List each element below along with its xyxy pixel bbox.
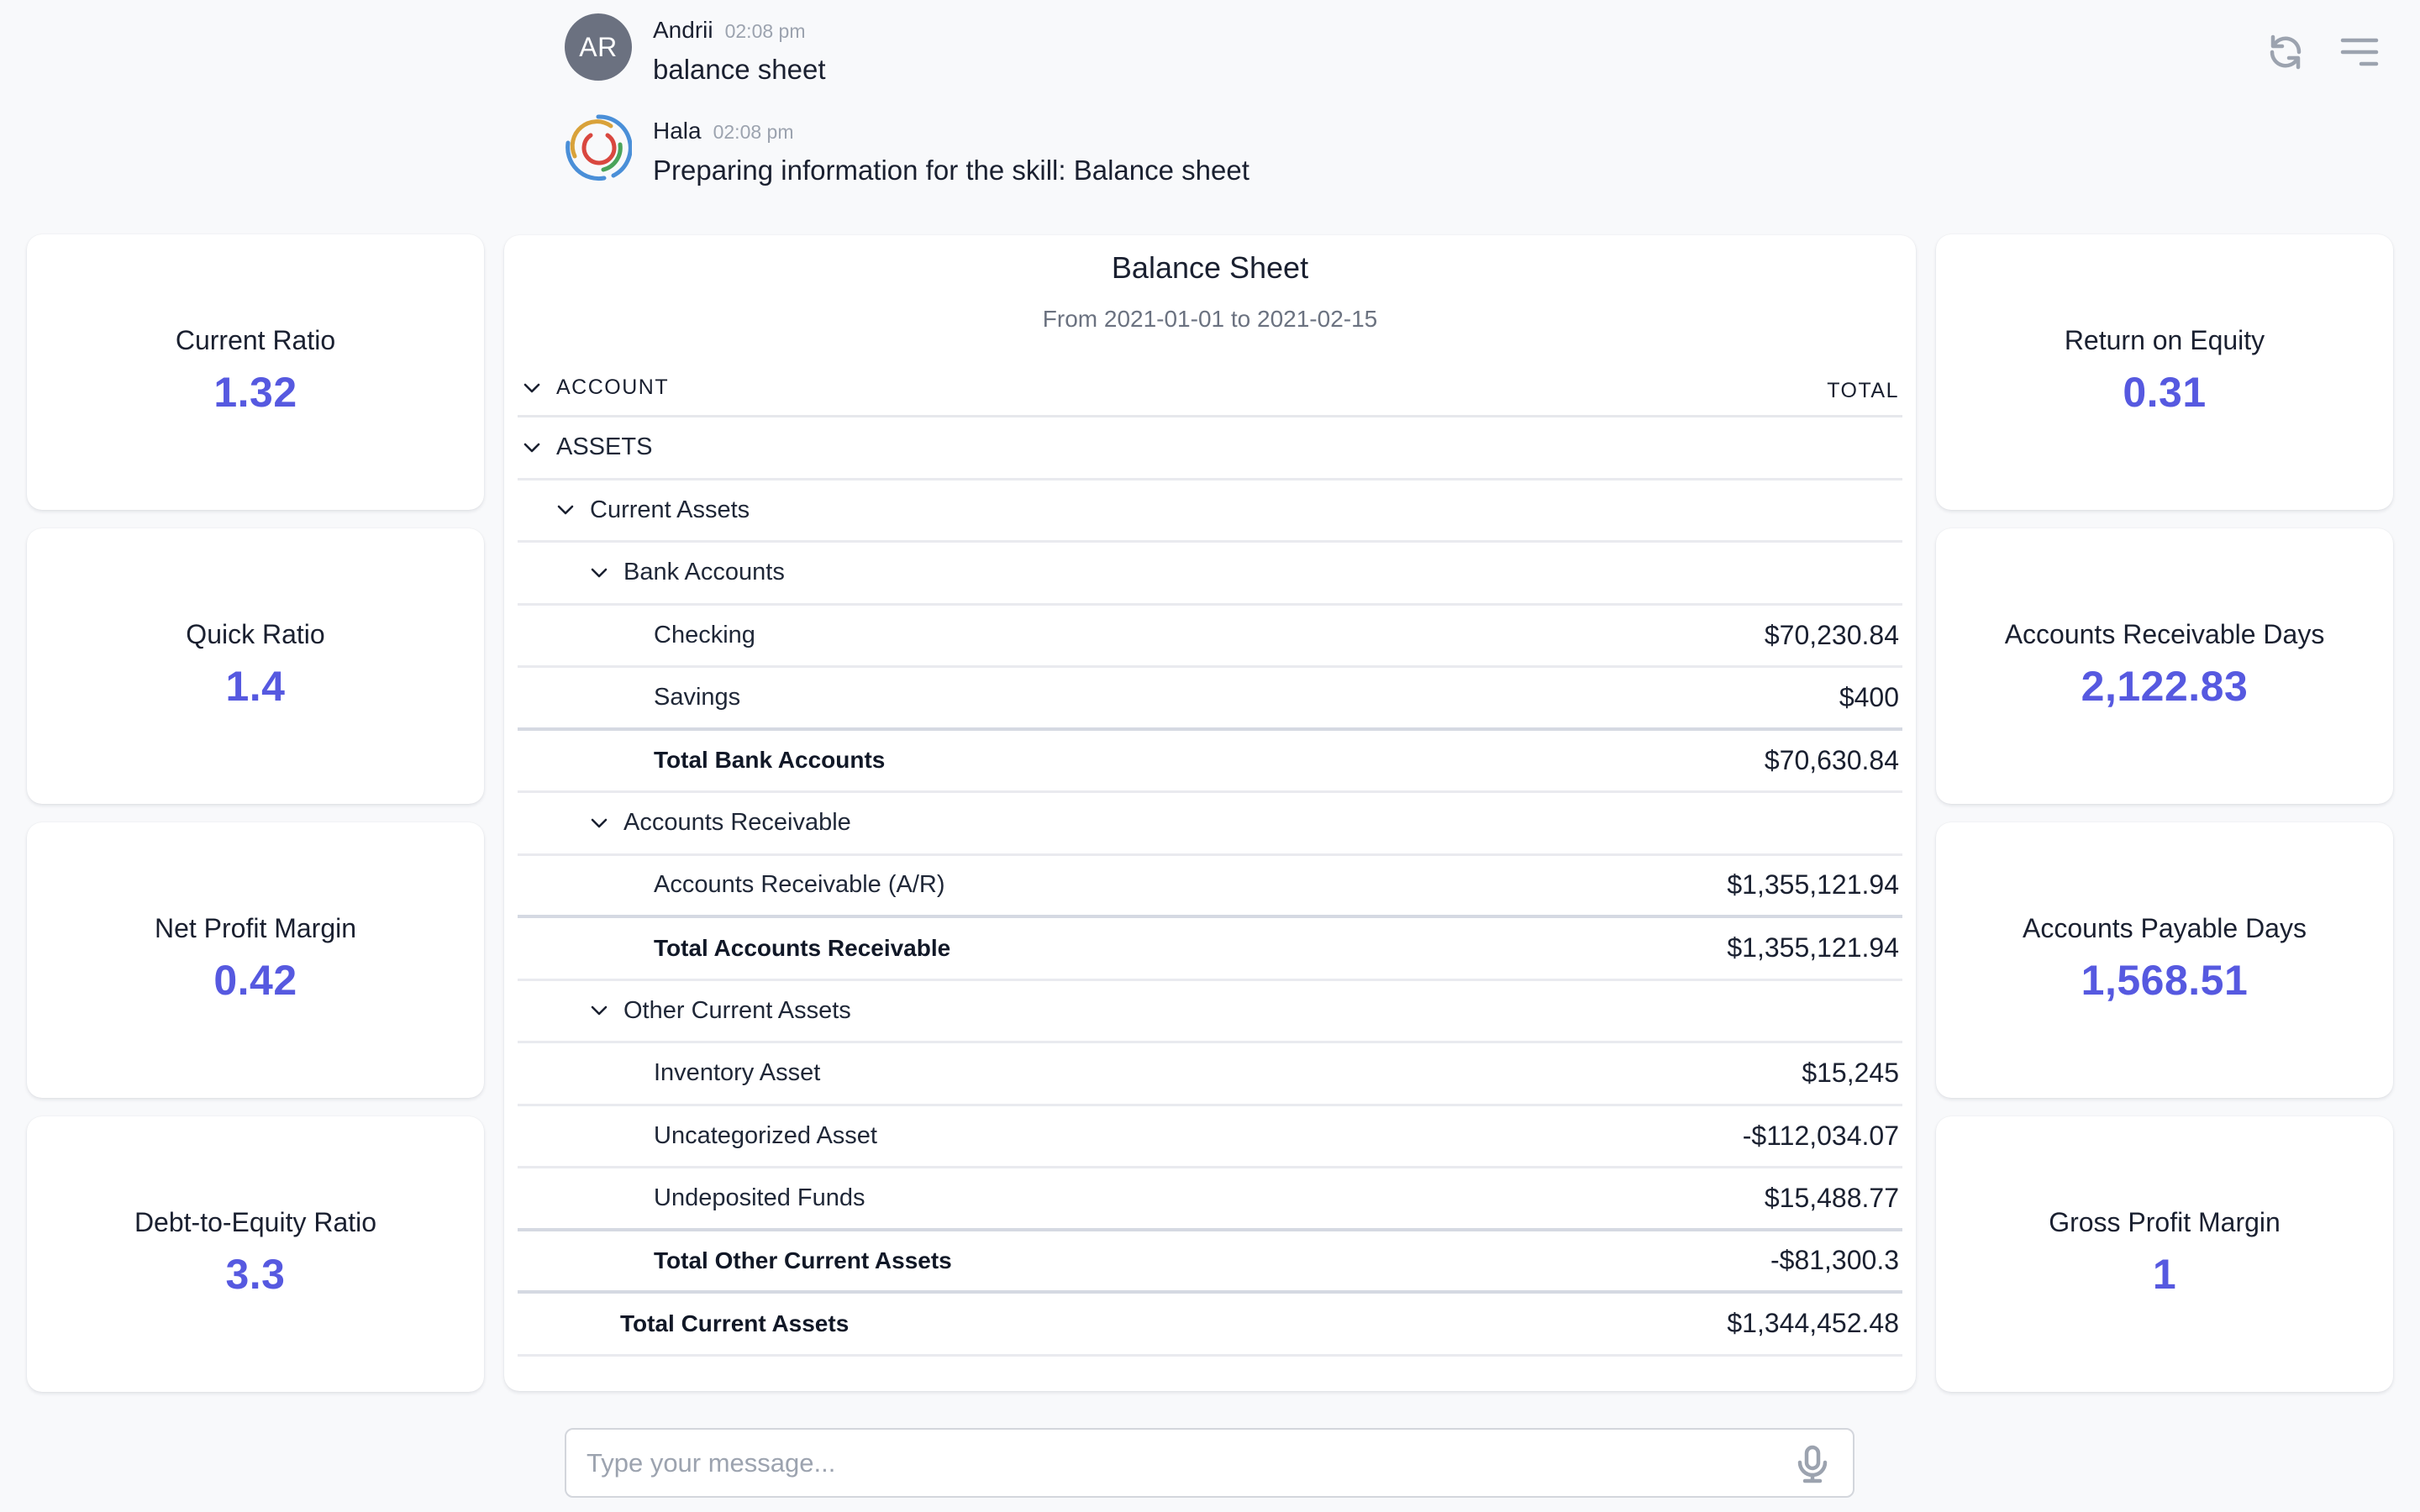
kpi-label: Net Profit Margin	[154, 912, 357, 943]
row-amount: $1,355,121.94	[1727, 869, 1899, 900]
kpi-label: Accounts Payable Days	[2023, 912, 2307, 943]
refresh-button[interactable]	[2260, 27, 2311, 77]
kpi-card-net-profit-margin: Net Profit Margin 0.42	[27, 822, 484, 1098]
table-row: Checking $70,230.84	[518, 606, 1902, 668]
row-label: Checking	[654, 621, 755, 648]
row-label: Undeposited Funds	[654, 1184, 865, 1211]
refresh-icon	[2270, 34, 2302, 70]
table-row-total: Total Bank Accounts $70,630.84	[518, 731, 1902, 793]
message-input[interactable]	[566, 1430, 1776, 1496]
message-text: balance sheet	[653, 54, 826, 85]
message-meta: Hala 02:08 pm	[653, 118, 794, 144]
kpi-label: Accounts Receivable Days	[2004, 618, 2325, 649]
kpi-card-accounts-payable-days: Accounts Payable Days 1,568.51	[1936, 822, 2393, 1098]
row-label: Uncategorized Asset	[654, 1121, 877, 1149]
table-row: Uncategorized Asset -$112,034.07	[518, 1106, 1902, 1168]
menu-icon	[2340, 38, 2379, 66]
message-author: Hala	[653, 118, 702, 144]
row-label: Total Bank Accounts	[654, 747, 886, 774]
table-row-group[interactable]: Current Assets	[518, 480, 1902, 543]
row-amount: -$81,300.3	[1770, 1245, 1899, 1276]
chevron-down-icon[interactable]	[590, 564, 608, 582]
row-label: Total Current Assets	[620, 1310, 850, 1336]
row-label: Current Assets	[590, 496, 750, 523]
table-row: Savings $400	[518, 668, 1902, 731]
table-row-group[interactable]: Accounts Receivable	[518, 793, 1902, 856]
balance-sheet-card: Balance Sheet From 2021-01-01 to 2021-02…	[504, 235, 1916, 1391]
chat-message: AR Andrii 02:08 pm balance sheet	[565, 13, 1741, 106]
row-amount: $400	[1839, 681, 1899, 712]
table-row-group[interactable]: Other Current Assets	[518, 981, 1902, 1043]
hala-logo-icon	[565, 114, 633, 181]
row-amount: $1,344,452.48	[1727, 1308, 1899, 1339]
row-amount: $70,230.84	[1764, 619, 1899, 650]
sheet-title: Balance Sheet	[1111, 250, 1309, 285]
kpi-card-quick-ratio: Quick Ratio 1.4	[27, 528, 484, 804]
kpi-card-gross-profit-margin: Gross Profit Margin 1	[1936, 1116, 2393, 1392]
kpi-value: 3.3	[225, 1250, 286, 1298]
avatar-initials: AR	[579, 31, 618, 62]
column-header-account[interactable]: ACCOUNT	[523, 375, 669, 400]
message-time: 02:08 pm	[713, 121, 794, 143]
kpi-value: 1	[2152, 1250, 2177, 1298]
row-label: Accounts Receivable	[623, 809, 851, 837]
kpi-value: 1,568.51	[2081, 956, 2249, 1004]
chat-message: Hala 02:08 pm Preparing information for t…	[565, 114, 1741, 207]
row-label: Accounts Receivable (A/R)	[654, 871, 945, 899]
chevron-down-icon[interactable]	[590, 1001, 608, 1020]
row-amount: $70,630.84	[1764, 744, 1899, 775]
message-time: 02:08 pm	[724, 20, 806, 42]
row-label: Bank Accounts	[623, 559, 785, 586]
table-header: ACCOUNT TOTAL	[518, 351, 1902, 417]
row-amount: $15,245	[1802, 1058, 1899, 1089]
row-label: Total Accounts Receivable	[654, 934, 951, 961]
column-header-total: TOTAL	[1827, 379, 1899, 402]
table-row-total: Total Accounts Receivable $1,355,121.94	[518, 918, 1902, 981]
kpi-value: 1.4	[225, 662, 286, 710]
chevron-down-icon[interactable]	[556, 501, 575, 519]
kpi-value: 0.31	[2123, 368, 2207, 416]
table-row: Inventory Asset $15,245	[518, 1043, 1902, 1106]
message-text: Preparing information for the skill: Bal…	[653, 155, 1249, 186]
row-label: Inventory Asset	[654, 1059, 821, 1087]
user-avatar: AR	[565, 13, 632, 81]
chevron-down-icon[interactable]	[523, 379, 541, 397]
balance-sheet-table: ACCOUNT TOTAL ASSETS Current Assets Bank…	[518, 351, 1902, 1357]
row-label: Total Other Current Assets	[654, 1247, 952, 1273]
kpi-card-debt-to-equity: Debt-to-Equity Ratio 3.3	[27, 1116, 484, 1392]
column-header-account-label: ACCOUNT	[556, 375, 670, 399]
kpi-card-current-ratio: Current Ratio 1.32	[27, 234, 484, 510]
row-label: Other Current Assets	[623, 996, 851, 1024]
message-composer	[565, 1428, 1854, 1498]
table-row-group[interactable]: Bank Accounts	[518, 543, 1902, 606]
row-amount: $1,355,121.94	[1727, 932, 1899, 963]
table-row-group[interactable]: ASSETS	[518, 417, 1902, 480]
kpi-card-return-on-equity: Return on Equity 0.31	[1936, 234, 2393, 510]
table-row: Undeposited Funds $15,488.77	[518, 1168, 1902, 1231]
row-amount: $15,488.77	[1764, 1182, 1899, 1213]
message-author: Andrii	[653, 17, 713, 43]
kpi-value: 0.42	[213, 956, 297, 1004]
row-label: Savings	[654, 683, 741, 711]
menu-button[interactable]	[2334, 27, 2385, 77]
kpi-card-accounts-receivable-days: Accounts Receivable Days 2,122.83	[1936, 528, 2393, 804]
chevron-down-icon[interactable]	[590, 814, 608, 832]
kpi-label: Return on Equity	[2064, 324, 2265, 355]
sheet-date-range: From 2021-01-01 to 2021-02-15	[1042, 306, 1378, 332]
kpi-label: Current Ratio	[175, 324, 336, 355]
kpi-label: Gross Profit Margin	[2049, 1206, 2281, 1237]
message-meta: Andrii 02:08 pm	[653, 17, 806, 44]
kpi-label: Quick Ratio	[186, 618, 325, 649]
table-row-total: Total Current Assets $1,344,452.48	[518, 1294, 1902, 1357]
microphone-button[interactable]	[1796, 1445, 1829, 1483]
kpi-value: 2,122.83	[2081, 662, 2249, 710]
table-row-total: Total Other Current Assets -$81,300.3	[518, 1231, 1902, 1294]
kpi-value: 1.32	[213, 368, 297, 416]
kpi-label: Debt-to-Equity Ratio	[134, 1206, 377, 1237]
microphone-icon	[1797, 1445, 1828, 1483]
row-amount: -$112,034.07	[1742, 1120, 1899, 1151]
row-label: ASSETS	[556, 433, 653, 461]
table-row: Accounts Receivable (A/R) $1,355,121.94	[518, 856, 1902, 918]
chevron-down-icon[interactable]	[523, 438, 541, 457]
